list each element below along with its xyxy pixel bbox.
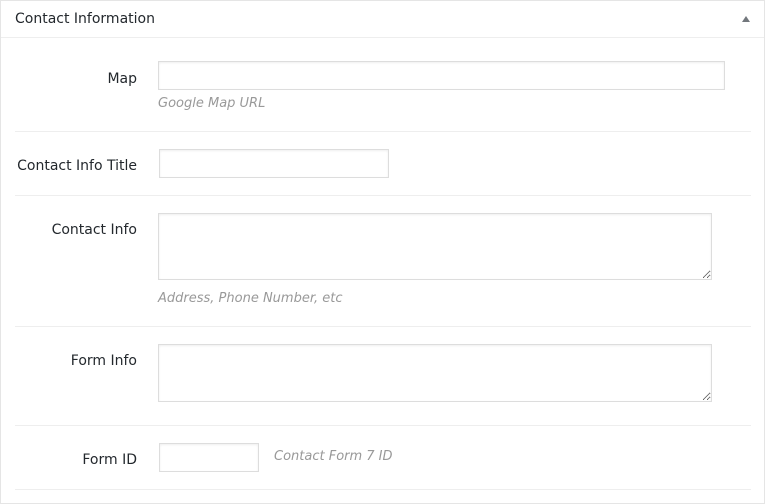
map-description: Google Map URL [158,96,266,111]
form-id-input[interactable] [159,443,259,472]
contact-info-textarea[interactable] [158,213,712,280]
contact-info-title-input[interactable] [159,149,389,178]
contact-information-panel: Contact Information Map Google Map URL C… [0,0,765,504]
map-label: Map [107,71,137,87]
divider [15,326,751,327]
form-id-description: Contact Form 7 ID [274,449,393,464]
collapse-toggle-icon[interactable] [742,16,750,22]
form-info-label: Form Info [70,353,137,369]
panel-title: Contact Information [15,11,155,27]
divider [15,195,751,196]
form-info-textarea[interactable] [158,344,712,402]
form-id-label: Form ID [82,452,137,468]
divider [15,131,751,132]
contact-info-label: Contact Info [51,222,137,238]
divider [15,489,751,490]
contact-info-description: Address, Phone Number, etc [158,291,343,306]
map-url-input[interactable] [158,61,725,90]
contact-info-title-label: Contact Info Title [17,158,137,174]
divider [15,425,751,426]
panel-header[interactable]: Contact Information [1,1,764,38]
